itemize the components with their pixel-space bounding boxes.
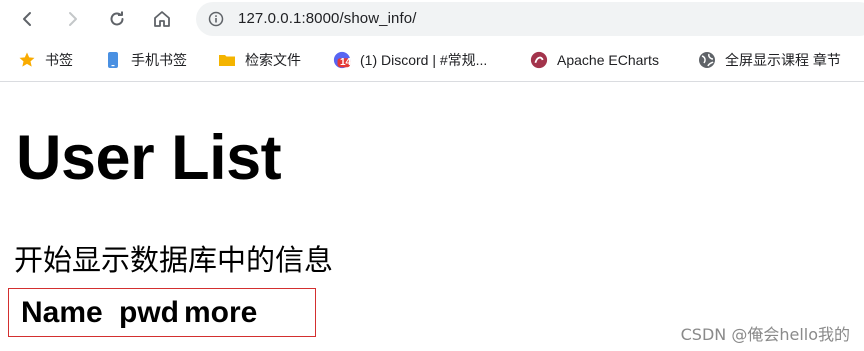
- arrow-right-icon: [69, 12, 77, 26]
- notification-badge: 14: [340, 57, 352, 68]
- bookmark-discord[interactable]: 14 (1) Discord | #常规...: [333, 49, 487, 71]
- table-header-row: Name pwd more: [8, 288, 316, 337]
- info-icon[interactable]: [208, 11, 224, 27]
- bookmark-course[interactable]: 全屏显示课程 章节: [698, 49, 841, 71]
- intro-text: 开始显示数据库中的信息: [14, 243, 334, 277]
- reload-icon: [110, 11, 124, 26]
- bookmark-label: 全屏显示课程 章节: [725, 52, 841, 68]
- bookmark-label: (1) Discord | #常规...: [360, 52, 488, 68]
- page-content: User List 开始显示数据库中的信息 Name pwd more CSDN…: [0, 83, 864, 351]
- bookmark-label: Apache ECharts: [557, 52, 659, 68]
- page-title: User List: [16, 123, 282, 193]
- bookmarks-bar: 书签 手机书签 检索文件 14 (1) Discord | #常规... Apa…: [0, 38, 864, 82]
- reload-button[interactable]: [102, 4, 132, 34]
- watermark: CSDN @俺会hello我的: [680, 325, 850, 344]
- column-header-name: Name: [21, 296, 103, 329]
- bookmark-search-files[interactable]: 检索文件: [218, 49, 301, 71]
- bookmark-label: 检索文件: [245, 52, 301, 68]
- phone-icon: [104, 51, 122, 69]
- bookmark-echarts[interactable]: Apache ECharts: [530, 49, 659, 71]
- star-icon: [18, 51, 36, 69]
- forward-button[interactable]: [58, 4, 88, 34]
- bookmark-bookmarks[interactable]: 书签: [18, 49, 73, 71]
- folder-icon: [218, 51, 236, 69]
- url-text[interactable]: 127.0.0.1:8000/show_info/: [238, 10, 416, 27]
- home-icon: [154, 11, 170, 27]
- discord-icon: 14: [333, 51, 351, 69]
- bookmark-label: 书签: [45, 52, 73, 68]
- back-button[interactable]: [12, 4, 42, 34]
- browser-toolbar: 127.0.0.1:8000/show_info/: [0, 0, 864, 38]
- column-header-more: more: [184, 296, 258, 329]
- echarts-icon: [530, 51, 548, 69]
- globe-icon: [698, 51, 716, 69]
- bookmark-label: 手机书签: [131, 52, 187, 68]
- home-button[interactable]: [147, 4, 177, 34]
- address-bar[interactable]: 127.0.0.1:8000/show_info/: [196, 2, 864, 36]
- bookmark-mobile[interactable]: 手机书签: [104, 49, 187, 71]
- arrow-left-icon: [23, 12, 31, 26]
- column-header-pwd: pwd: [119, 296, 179, 329]
